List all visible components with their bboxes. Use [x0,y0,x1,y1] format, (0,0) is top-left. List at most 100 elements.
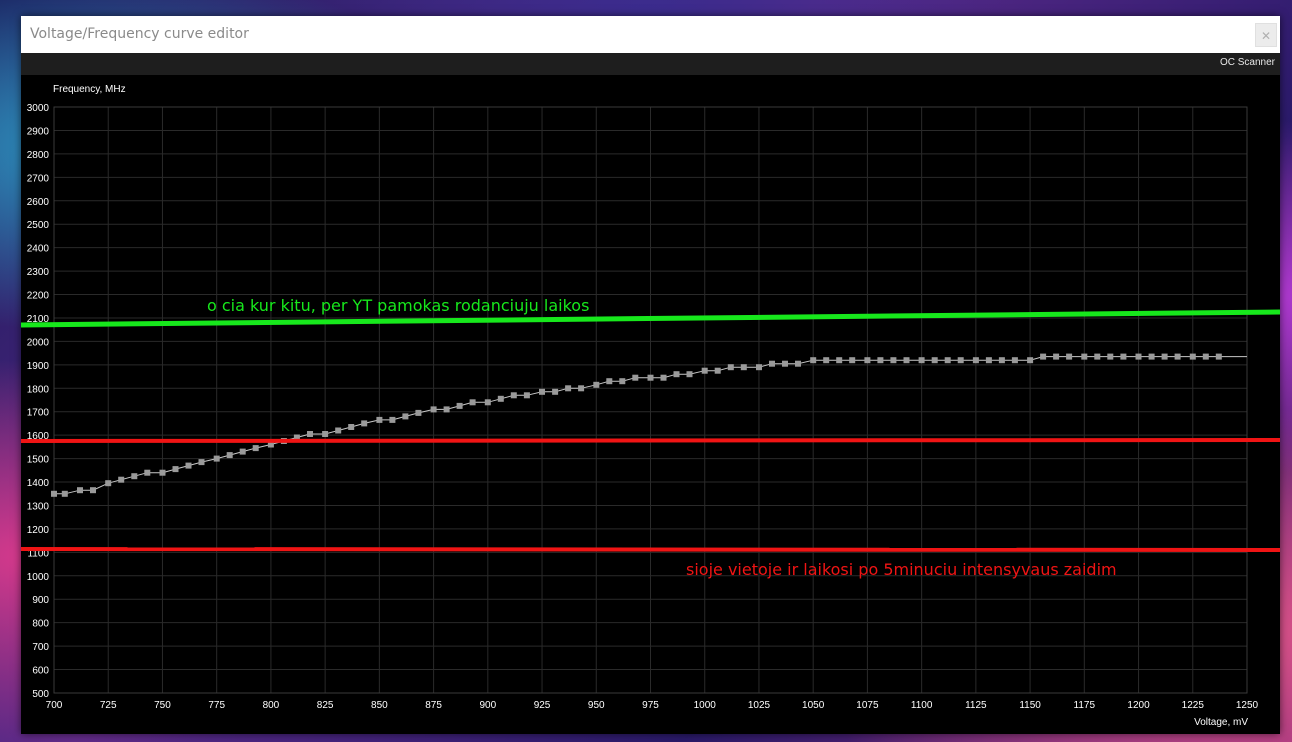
y-tick-label: 2300 [27,267,50,278]
curve-point [469,399,476,406]
x-tick-labels: 700 725 750 775 800 825 850 875 900 925 950 975 1000… [46,700,1259,711]
y-tick-label: 1800 [27,384,50,395]
curve-point [226,452,233,459]
curve-point [849,357,856,364]
curve-point [1120,353,1127,360]
curve-point [903,357,910,364]
curve-point [1011,357,1018,364]
x-tick-label: 725 [100,700,117,711]
y-tick-label: 900 [32,595,49,606]
vf-curve-editor-window: Voltage/Frequency curve editor ✕ OC Scan… [21,16,1280,734]
curve-point [539,388,545,395]
curve-point [606,378,613,385]
y-tick-label: 1400 [27,478,50,489]
curve-point [510,392,517,399]
curve-point [985,357,992,364]
curve-point [714,367,721,374]
y-tick-label: 2900 [27,126,50,137]
curve-point [1148,353,1155,360]
curve-point [307,431,313,437]
y-tick-label: 2400 [27,244,50,255]
y-tick-labels: 5006007008009001000110012001300140015001… [27,103,50,700]
x-tick-label: 825 [317,700,334,711]
curve-point [1107,353,1114,360]
curve-point [376,416,383,423]
curve-point [782,360,788,367]
vf-curve-series[interactable] [51,353,1247,497]
x-axis-label: Voltage, mV [1194,717,1248,728]
curve-point [443,406,450,413]
vf-chart-area[interactable]: 500 600 700 800 900 1000 1100 1200 1300 1400 1500 1… [21,75,1280,734]
curve-point [957,357,964,364]
curve-point [430,406,437,413]
curve-point [415,409,422,416]
curve-point [1135,353,1142,360]
y-tick-label: 1700 [27,408,50,419]
x-tick-label: 800 [263,700,280,711]
curve-point [105,480,112,487]
y-tick-label: 2200 [27,291,50,302]
curve-point [185,462,192,469]
curve-point [918,357,925,364]
curve-point [61,490,68,497]
x-tick-label: 1050 [802,700,825,711]
x-tick-label: 1200 [1127,700,1150,711]
curve-point [172,466,179,473]
x-tick-label: 1075 [856,700,879,711]
x-tick-label: 1225 [1182,700,1205,711]
curve-point [944,357,951,364]
window-title: Voltage/Frequency curve editor [30,26,249,42]
curve-point [1189,353,1196,360]
red-marker-line-upper [21,438,1280,443]
x-tick-label: 775 [208,700,225,711]
toolbar: OC Scanner [21,53,1280,75]
y-tick-label: 600 [32,666,49,677]
curve-point [144,469,151,476]
curve-point [972,357,979,364]
curve-point [484,399,491,406]
green-annotation-text: o cia kur kitu, per YT pamokas rodanciuj… [207,296,589,315]
curve-point [647,374,654,381]
y-tick-label: 1500 [27,455,50,466]
y-tick-label: 3000 [27,103,50,114]
curve-point [348,424,355,430]
close-button[interactable]: ✕ [1255,23,1277,47]
x-tick-label: 1100 [911,700,933,711]
x-tick-label: 700 [46,700,63,711]
curve-point [239,448,246,455]
curve-point [701,367,708,374]
curve-point [890,357,897,364]
curve-point [810,357,817,364]
curve-point [619,378,626,385]
curve-point [252,445,259,452]
y-axis-label: Frequency, MHz [53,84,126,95]
y-tick-label: 2800 [27,150,50,161]
curve-point [1202,353,1209,360]
curve-point [322,431,329,437]
red-annotation-text: sioje vietoje ir laikosi po 5minuciu int… [686,560,1117,579]
curve-point [335,427,342,434]
curve-point [632,374,639,381]
curve-point [1081,353,1088,360]
curve-point [565,385,572,392]
curve-point [523,392,530,399]
vf-curve-chart[interactable]: 500 600 700 800 900 1000 1100 1200 1300 1400 1500 1… [21,75,1280,734]
x-tick-label: 875 [425,700,442,711]
title-bar[interactable]: Voltage/Frequency curve editor ✕ [21,16,1280,53]
y-tick-label: 1900 [27,361,50,372]
curve-point [660,374,667,381]
curve-point [456,402,463,409]
curve-point [213,455,220,462]
curve-point [864,357,871,364]
curve-point [402,413,409,420]
x-tick-label: 925 [534,700,551,711]
curve-point [118,476,125,483]
y-tick-label: 500 [32,689,49,700]
curve-point [795,360,801,367]
oc-scanner-button[interactable]: OC Scanner [1220,57,1275,68]
curve-point [1066,353,1073,360]
chart-grid [53,106,1248,694]
x-tick-label: 900 [479,700,496,711]
x-tick-label: 1150 [1019,700,1041,711]
curve-point [77,487,83,494]
